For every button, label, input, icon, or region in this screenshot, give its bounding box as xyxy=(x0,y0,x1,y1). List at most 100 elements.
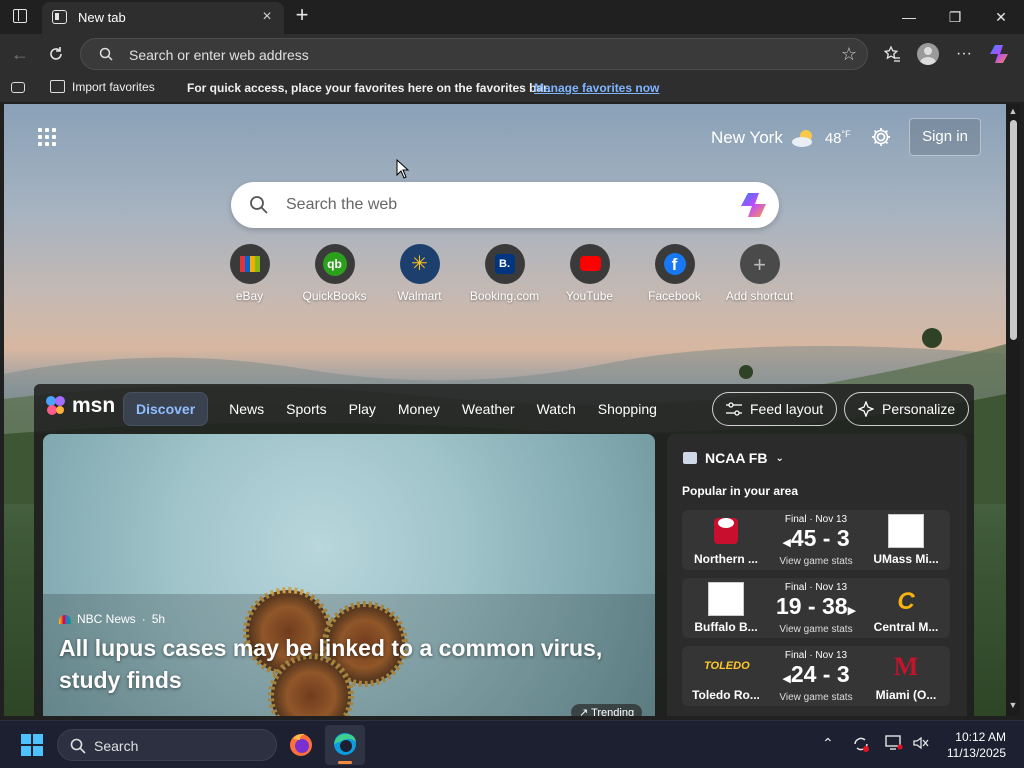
msn-tab-play[interactable]: Play xyxy=(338,393,387,425)
windows-taskbar: Search ⌃ 10:12 AM 11/13/2025 xyxy=(0,720,1024,768)
import-favorites-button[interactable]: Import favorites xyxy=(48,80,155,94)
team-left[interactable]: Northern ... xyxy=(686,514,766,566)
scroll-up-arrow-icon[interactable]: ▲ xyxy=(1008,106,1018,116)
msn-logo[interactable]: msn xyxy=(44,394,115,418)
import-favorites-label: Import favorites xyxy=(72,80,155,94)
shortcut-facebook[interactable]: f Facebook xyxy=(632,244,717,308)
team-right[interactable]: M Miami (O... xyxy=(866,650,946,702)
shortcut-label: Booking.com xyxy=(469,289,540,303)
collections-icon[interactable] xyxy=(11,82,25,93)
taskbar-edge[interactable] xyxy=(325,725,365,765)
volume-muted-icon[interactable] xyxy=(912,735,930,754)
sync-status-icon[interactable] xyxy=(852,735,870,756)
team-name: Buffalo B... xyxy=(694,620,758,634)
team-left[interactable]: TOLEDO Toledo Ro... xyxy=(686,650,766,702)
team-name: Northern ... xyxy=(693,552,758,566)
team-right[interactable]: C Central M... xyxy=(866,582,946,634)
game-score-row[interactable]: TOLEDO Toledo Ro... Final · Nov 13 ◀24 -… xyxy=(682,646,950,706)
taskbar-clock[interactable]: 10:12 AM 11/13/2025 xyxy=(946,729,1006,761)
hero-story-card[interactable]: NBC News · 5h All lupus cases may be lin… xyxy=(43,434,655,716)
more-options-icon[interactable]: ··· xyxy=(950,40,978,68)
favorites-button[interactable] xyxy=(878,40,906,68)
hero-headline[interactable]: All lupus cases may be linked to a commo… xyxy=(59,632,639,696)
address-bar[interactable]: Search or enter web address ☆ xyxy=(80,38,868,70)
walmart-spark-icon: ✳ xyxy=(399,244,440,284)
shortcut-quickbooks[interactable]: qb QuickBooks xyxy=(292,244,377,308)
taskbar-firefox[interactable] xyxy=(281,725,321,765)
team-right[interactable]: UMass Mi... xyxy=(866,514,946,566)
feed-layout-button[interactable]: Feed layout xyxy=(712,392,838,426)
weather-widget[interactable]: New York 48°F xyxy=(711,128,851,148)
scroll-down-arrow-icon[interactable]: ▼ xyxy=(1008,700,1018,710)
game-score-row[interactable]: Northern ... Final · Nov 13 ◀45 - 3 View… xyxy=(682,510,950,570)
msn-tab-discover[interactable]: Discover xyxy=(123,392,209,426)
search-icon xyxy=(250,196,268,214)
taskbar-search[interactable]: Search xyxy=(57,729,277,761)
add-favorite-star-icon[interactable]: ☆ xyxy=(841,44,857,65)
show-hidden-icons-chevron-icon[interactable]: ⌃ xyxy=(822,735,834,752)
tab-close-icon[interactable]: × xyxy=(258,8,276,26)
shortcut-walmart[interactable]: ✳ Walmart xyxy=(377,244,462,308)
msn-tab-news[interactable]: News xyxy=(218,393,275,425)
minimize-button[interactable]: — xyxy=(886,0,932,34)
taskbar-search-label: Search xyxy=(94,738,139,754)
northern-illinois-logo-icon xyxy=(708,514,744,548)
clock-time: 10:12 AM xyxy=(955,730,1006,744)
shortcut-label: eBay xyxy=(235,289,264,303)
team-name: Central M... xyxy=(873,620,939,634)
shortcut-booking[interactable]: B. Booking.com xyxy=(462,244,547,308)
shortcut-ebay[interactable]: eBay xyxy=(207,244,292,308)
msn-tab-watch[interactable]: Watch xyxy=(526,393,587,425)
copilot-icon[interactable] xyxy=(739,191,769,219)
scroll-thumb[interactable] xyxy=(1010,120,1017,340)
tab-new-tab[interactable]: New tab × xyxy=(42,2,284,34)
refresh-button[interactable] xyxy=(42,40,70,68)
tab-actions-icon[interactable] xyxy=(13,9,27,23)
central-michigan-logo-icon: C xyxy=(897,588,915,615)
personalize-button[interactable]: Personalize xyxy=(844,392,970,426)
maximize-button[interactable]: ❐ xyxy=(932,0,978,34)
favorites-bar-message: For quick access, place your favorites h… xyxy=(187,81,551,95)
winner-arrow-left-icon: ◀ xyxy=(782,537,791,549)
display-icon[interactable] xyxy=(885,735,903,754)
game-stats-link[interactable]: View game stats xyxy=(766,624,866,635)
hero-age: 5h xyxy=(151,612,166,626)
chevron-down-icon: ⌄ xyxy=(775,452,784,464)
msn-tab-sports[interactable]: Sports xyxy=(275,393,337,425)
settings-gear-icon[interactable] xyxy=(870,126,892,148)
game-stats-link[interactable]: View game stats xyxy=(766,692,866,703)
profile-button[interactable] xyxy=(914,40,942,68)
msn-tab-weather[interactable]: Weather xyxy=(451,393,526,425)
back-button[interactable]: ← xyxy=(6,40,34,68)
import-icon xyxy=(50,80,65,93)
team-left[interactable]: Buffalo B... xyxy=(686,582,766,634)
league-selector[interactable]: NCAA FB ⌄ xyxy=(683,450,784,466)
game-score: Final · Nov 13 19 - 38▶ View game stats xyxy=(766,582,866,635)
sign-in-button[interactable]: Sign in xyxy=(909,118,981,156)
league-name: NCAA FB xyxy=(705,450,768,466)
close-window-button[interactable]: ✕ xyxy=(978,0,1024,34)
copilot-button[interactable] xyxy=(986,40,1014,68)
page-scrollbar[interactable]: ▲ ▼ xyxy=(1006,104,1020,716)
game-stats-link[interactable]: View game stats xyxy=(766,556,866,567)
manage-favorites-link[interactable]: Manage favorites now xyxy=(534,81,659,95)
game-score-row[interactable]: Buffalo B... Final · Nov 13 19 - 38▶ Vie… xyxy=(682,578,950,638)
msn-tab-money[interactable]: Money xyxy=(387,393,451,425)
new-tab-button[interactable]: + xyxy=(290,4,314,28)
web-search-placeholder: Search the web xyxy=(286,196,398,213)
youtube-icon xyxy=(569,244,610,284)
shortcut-youtube[interactable]: YouTube xyxy=(547,244,632,308)
apps-launcher-icon[interactable] xyxy=(38,128,58,148)
add-shortcut-button[interactable]: + Add shortcut xyxy=(717,244,802,308)
msn-tab-shopping[interactable]: Shopping xyxy=(587,393,668,425)
feed-layout-label: Feed layout xyxy=(750,401,824,417)
windows-start-icon[interactable] xyxy=(21,734,43,756)
nbc-peacock-icon xyxy=(59,614,71,624)
shortcuts-row: eBay qb QuickBooks ✳ Walmart B. Booking.… xyxy=(224,244,804,314)
web-search-box[interactable]: Search the web xyxy=(231,182,779,228)
score-value: 45 - 3 xyxy=(790,525,850,551)
mouse-cursor-icon xyxy=(396,159,410,179)
hero-source-name: NBC News xyxy=(77,612,136,626)
winner-arrow-right-icon: ▶ xyxy=(847,605,857,617)
game-score: Final · Nov 13 ◀45 - 3 View game stats xyxy=(766,514,866,567)
